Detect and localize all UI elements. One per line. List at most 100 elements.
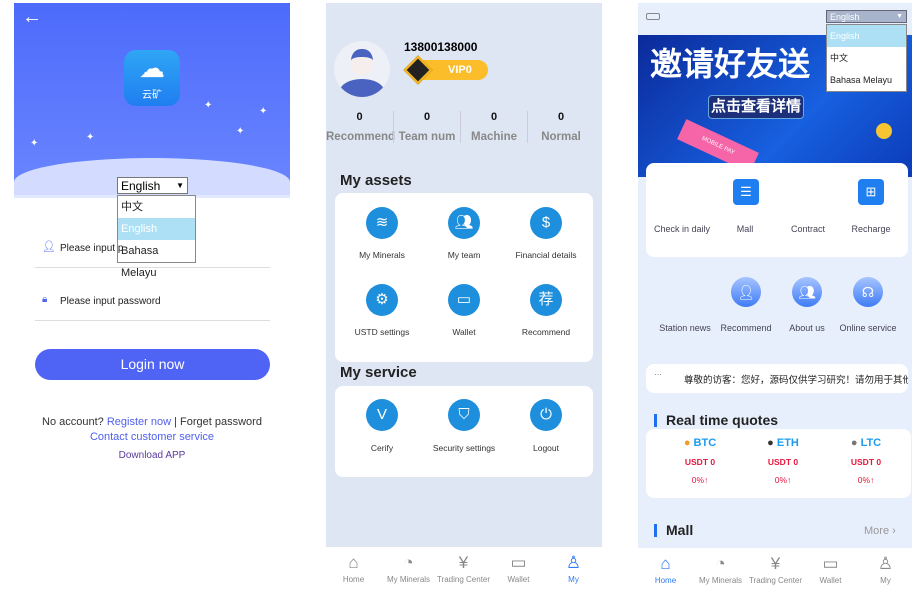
recommend-icon: 荐 (530, 284, 562, 316)
quick-item[interactable]: Station news (650, 323, 720, 333)
wallet-icon: ▭ (510, 553, 527, 572)
asset-item[interactable]: ▭ Wallet (419, 284, 509, 337)
quick-item[interactable]: About us (772, 323, 842, 333)
nav-wallet[interactable]: ▭ Wallet (803, 554, 858, 585)
app-logo: ☁ 云矿 (124, 50, 180, 106)
language-select[interactable]: English ▼ (117, 177, 188, 194)
quick-item[interactable]: Mall (710, 224, 780, 234)
language-option[interactable]: 中文 (118, 196, 195, 218)
stat-value: 0 (423, 111, 431, 123)
yuan-icon: ¥ (458, 553, 469, 572)
check-icon: V (366, 399, 398, 431)
nav-trading-center[interactable]: ¥ Trading Center (436, 553, 491, 584)
nav-my-minerals[interactable]: ◔ My Minerals (381, 553, 436, 584)
coin-name: BTC (693, 437, 717, 449)
quick-item[interactable]: Recharge (836, 224, 906, 234)
arrow-up-icon: ↑ (787, 475, 792, 485)
pie-chart-icon: ◔ (403, 553, 414, 572)
stat-item[interactable]: 0 Normal (527, 111, 594, 143)
nav-label: Trading Center (436, 575, 491, 584)
login-button[interactable]: Login now (35, 349, 270, 380)
contact-service-link[interactable]: Contact customer service (14, 431, 290, 443)
user-phone: 13800138000 (404, 40, 478, 54)
home-screen: 邀请好友送 点击查看详情 MOBILE PAY English ▼ English… (638, 3, 913, 603)
download-app-link[interactable]: Download APP (14, 450, 290, 461)
service-item[interactable]: ⏻ Logout (501, 399, 591, 453)
forget-password-link[interactable]: Forget password (180, 416, 262, 428)
nav-label: My (568, 575, 579, 584)
asset-item[interactable]: ⚙ USTD settings (337, 284, 427, 337)
pie-chart-icon: ◔ (715, 554, 726, 573)
stat-label: Machine (470, 131, 517, 143)
home-icon: ⌂ (348, 553, 359, 572)
quick-item[interactable]: Recommend (711, 323, 781, 333)
asset-item[interactable]: 荐 Recommend (501, 284, 591, 337)
quote-item[interactable]: ● BTC USDT 0 0%↑ (660, 437, 740, 485)
service-item[interactable]: ⛉ Security settings (419, 399, 509, 453)
stat-item[interactable]: 0 Recommend (326, 111, 395, 143)
language-option[interactable]: Bahasa Melayu (118, 240, 195, 279)
asset-item[interactable]: ≋ My Minerals (337, 207, 427, 260)
stat-item[interactable]: 0 Machine (460, 111, 527, 143)
asset-label: My team (447, 250, 481, 260)
server-icon: ☰ (733, 179, 759, 205)
banner-button[interactable]: 点击查看详情 (708, 95, 804, 119)
nav-label: My Minerals (698, 576, 743, 585)
arrow-up-icon: ↑ (704, 475, 709, 485)
asset-label: Financial details (515, 250, 577, 260)
notice-text: 尊敬的访客：您好，源码仅供学习研究！请勿用于其他 (684, 375, 908, 386)
nav-trading-center[interactable]: ¥ Trading Center (748, 554, 803, 585)
coin-icon (876, 123, 892, 139)
coin-icon: ● (683, 437, 691, 449)
language-option[interactable]: 中文 (827, 47, 906, 69)
card-icon: ▭ (448, 284, 480, 316)
nav-my-minerals[interactable]: ◔ My Minerals (693, 554, 748, 585)
my-assets-title: My assets (340, 172, 412, 189)
yuan-icon: ¥ (770, 554, 781, 573)
language-option[interactable]: English (118, 218, 195, 240)
language-option[interactable]: English (827, 25, 906, 47)
quote-item[interactable]: ● LTC USDT 0 0%↑ (826, 437, 906, 485)
language-option[interactable]: Bahasa Melayu (827, 69, 906, 91)
nav-my[interactable]: ♙ My (858, 554, 913, 585)
asset-item[interactable]: 👥︎ My team (419, 207, 509, 260)
nav-label: Home (342, 575, 365, 584)
bottom-nav: ⌂ Home ◔ My Minerals ¥ Trading Center ▭ Wallet ♙… (326, 547, 602, 602)
quote-item[interactable]: ● ETH USDT 0 0%↑ (743, 437, 823, 485)
coin-price: USDT 0 (767, 457, 799, 467)
register-link[interactable]: Register now (107, 416, 171, 428)
team-icon: 👥︎ (448, 207, 480, 239)
divider (35, 267, 270, 268)
nav-wallet[interactable]: ▭ Wallet (491, 553, 546, 584)
more-label: More (864, 525, 890, 537)
asset-label: Wallet (452, 327, 476, 337)
home-icon: ⌂ (660, 554, 671, 573)
more-link[interactable]: More › (864, 525, 896, 537)
arrow-left-icon[interactable]: ← (22, 6, 42, 29)
dollar-icon: $ (530, 207, 562, 239)
avatar[interactable] (334, 41, 390, 97)
quick-item[interactable]: Contract (773, 224, 843, 234)
password-input[interactable]: Please input password (60, 296, 161, 307)
sparkle-icon: ✦ (30, 138, 39, 149)
service-label: Security settings (432, 443, 496, 453)
service-item[interactable]: V Cerify (337, 399, 427, 453)
language-select[interactable]: English ▼ (826, 10, 907, 23)
quick-item[interactable]: Check in daily (647, 224, 717, 234)
asset-item[interactable]: $ Financial details (501, 207, 591, 260)
phone-input[interactable]: Please input p (60, 243, 123, 254)
message-icon[interactable] (646, 13, 660, 20)
user-icon: ♙ (877, 554, 894, 573)
stat-item[interactable]: 0 Team num (393, 111, 460, 143)
login-screen: ← ✦ ✦ ✦ ✦ ✦ ☁ 云矿 English ▼ 中文 English Bah… (14, 0, 290, 602)
nav-label: Home (654, 576, 677, 585)
nav-my[interactable]: ♙ My (546, 553, 601, 584)
nav-home[interactable]: ⌂ Home (326, 553, 381, 584)
nav-home[interactable]: ⌂ Home (638, 554, 693, 585)
notice-bar[interactable]: … 尊敬的访客：您好，源码仅供学习研究！请勿用于其他 (646, 364, 908, 393)
quick-item[interactable]: Online service (833, 323, 903, 333)
speaker-icon: … (654, 368, 662, 377)
divider (35, 320, 270, 321)
stat-value: 0 (356, 111, 363, 123)
asset-label: My Minerals (359, 250, 405, 260)
